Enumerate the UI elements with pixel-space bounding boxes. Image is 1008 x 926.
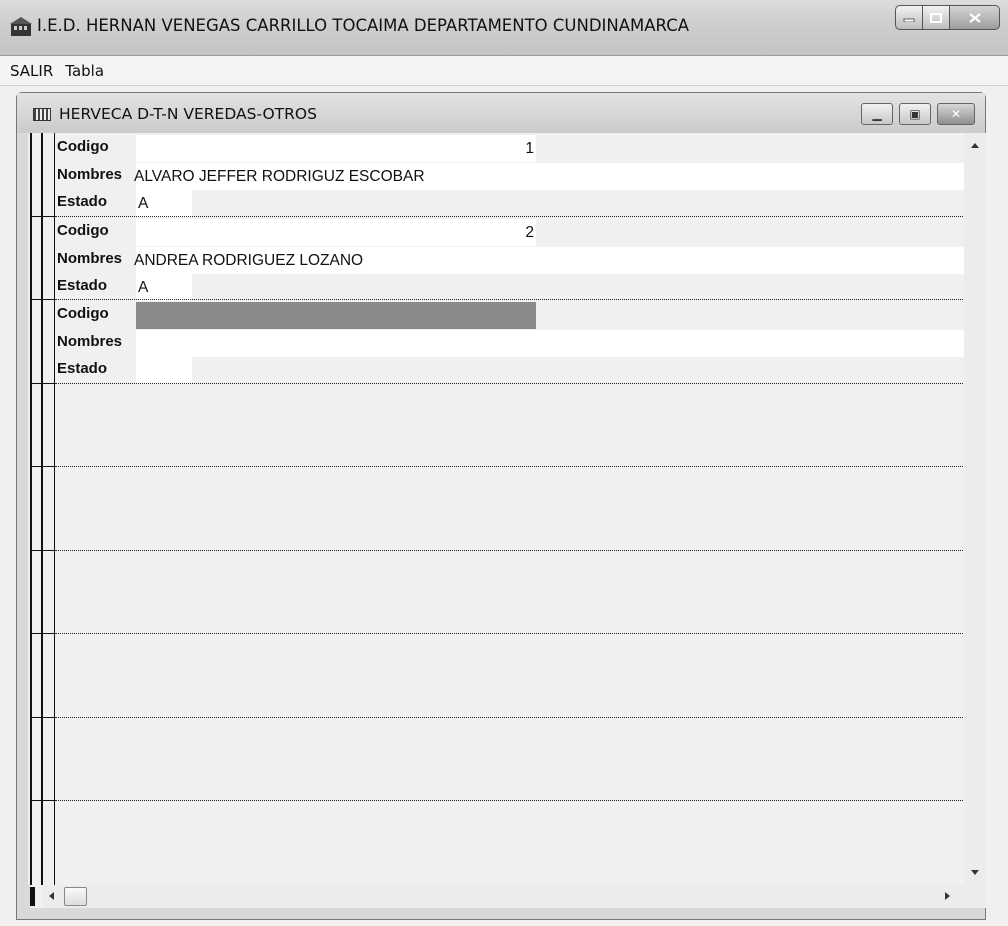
field-row-codigo: Codigo xyxy=(55,301,965,329)
maximize-icon xyxy=(930,12,942,23)
field-row-nombres: Nombres xyxy=(55,329,965,357)
minimize-icon: ▁ xyxy=(872,107,882,121)
field-row-nombres: Nombres ALVARO JEFFER RODRIGUZ ESCOBAR xyxy=(55,162,965,190)
record-row[interactable]: Codigo 1 Nombres ALVARO JEFFER RODRIGUZ … xyxy=(55,134,965,218)
nombres-value: ANDREA RODRIGUEZ LOZANO xyxy=(134,251,364,269)
estado-label: Estado xyxy=(57,360,108,377)
app-building-icon xyxy=(10,17,32,36)
record-tick xyxy=(30,383,55,384)
record-indicator xyxy=(30,885,43,908)
record-row[interactable]: Codigo 2 Nombres ANDREA RODRIGUEZ LOZANO… xyxy=(55,218,965,302)
resize-grip-icon[interactable] xyxy=(964,885,986,908)
estado-field[interactable] xyxy=(136,357,192,384)
record-separator xyxy=(55,383,965,384)
field-row-codigo: Codigo 2 xyxy=(55,218,965,246)
menu-salir[interactable]: SALIR xyxy=(4,62,59,80)
minimize-button[interactable] xyxy=(895,5,923,30)
field-row-estado: Estado A xyxy=(55,189,965,217)
app-titlebar: I.E.D. HERNAN VENEGAS CARRILLO TOCAIMA D… xyxy=(0,0,1008,56)
codigo-field[interactable] xyxy=(136,302,536,329)
horizontal-scrollbar[interactable] xyxy=(43,885,964,908)
grid-border xyxy=(41,133,43,908)
nombres-field[interactable]: ALVARO JEFFER RODRIGUZ ESCOBAR xyxy=(134,162,965,190)
child-window-controls: ▁ ▣ ✕ xyxy=(861,103,975,125)
minimize-icon xyxy=(903,18,915,22)
record-separator xyxy=(55,466,965,467)
nombres-field[interactable]: ANDREA RODRIGUEZ LOZANO xyxy=(134,246,965,274)
close-button[interactable] xyxy=(950,5,1000,30)
field-row-estado: Estado xyxy=(55,356,965,384)
close-icon xyxy=(968,12,981,23)
record-separator xyxy=(55,800,965,801)
app-title: I.E.D. HERNAN VENEGAS CARRILLO TOCAIMA D… xyxy=(37,16,689,35)
child-maximize-button[interactable]: ▣ xyxy=(899,103,931,125)
codigo-field[interactable]: 1 xyxy=(136,135,536,162)
nombres-value: ALVARO JEFFER RODRIGUZ ESCOBAR xyxy=(134,167,425,185)
estado-field[interactable]: A xyxy=(136,274,192,301)
record-tick xyxy=(30,466,55,467)
scroll-left-icon[interactable] xyxy=(49,892,54,900)
record-separator xyxy=(55,550,965,551)
nombres-label: Nombres xyxy=(57,165,123,183)
estado-label: Estado xyxy=(57,193,108,210)
table-grid-icon xyxy=(33,108,51,121)
nombres-label: Nombres xyxy=(57,332,123,350)
codigo-label: Codigo xyxy=(57,222,109,239)
scroll-right-icon[interactable] xyxy=(945,892,950,900)
record-tick xyxy=(30,717,55,718)
record-separator xyxy=(55,633,965,634)
scroll-up-icon[interactable] xyxy=(971,143,979,148)
grid-border xyxy=(30,133,32,908)
child-close-button[interactable]: ✕ xyxy=(937,103,975,125)
vertical-scrollbar[interactable] xyxy=(964,133,986,885)
record-separator xyxy=(55,216,965,217)
estado-label: Estado xyxy=(57,277,108,294)
close-icon: ✕ xyxy=(950,107,962,121)
maximize-button[interactable] xyxy=(923,5,950,30)
record-tick xyxy=(30,633,55,634)
field-row-estado: Estado A xyxy=(55,273,965,301)
scroll-thumb[interactable] xyxy=(64,887,87,906)
record-tick xyxy=(30,216,55,217)
menubar: SALIR Tabla xyxy=(0,56,1008,86)
maximize-icon: ▣ xyxy=(909,107,921,121)
scroll-down-icon[interactable] xyxy=(971,870,979,875)
codigo-field[interactable]: 2 xyxy=(136,219,536,246)
codigo-label: Codigo xyxy=(57,305,109,322)
child-title: HERVECA D-T-N VEREDAS-OTROS xyxy=(59,105,317,123)
menu-tabla[interactable]: Tabla xyxy=(59,62,110,80)
child-minimize-button[interactable]: ▁ xyxy=(861,103,893,125)
window-controls xyxy=(895,5,1000,30)
record-separator xyxy=(55,299,965,300)
record-separator xyxy=(55,717,965,718)
codigo-label: Codigo xyxy=(57,138,109,155)
nombres-field[interactable] xyxy=(136,329,965,357)
estado-field[interactable]: A xyxy=(136,190,192,217)
record-tick xyxy=(30,800,55,801)
field-row-codigo: Codigo 1 xyxy=(55,134,965,162)
record-tick xyxy=(30,299,55,300)
record-row[interactable]: Codigo Nombres Estado xyxy=(55,301,965,385)
nombres-label: Nombres xyxy=(57,249,123,267)
field-row-nombres: Nombres ANDREA RODRIGUEZ LOZANO xyxy=(55,246,965,274)
child-titlebar: HERVECA D-T-N VEREDAS-OTROS ▁ ▣ ✕ xyxy=(17,93,985,133)
record-tick xyxy=(30,550,55,551)
